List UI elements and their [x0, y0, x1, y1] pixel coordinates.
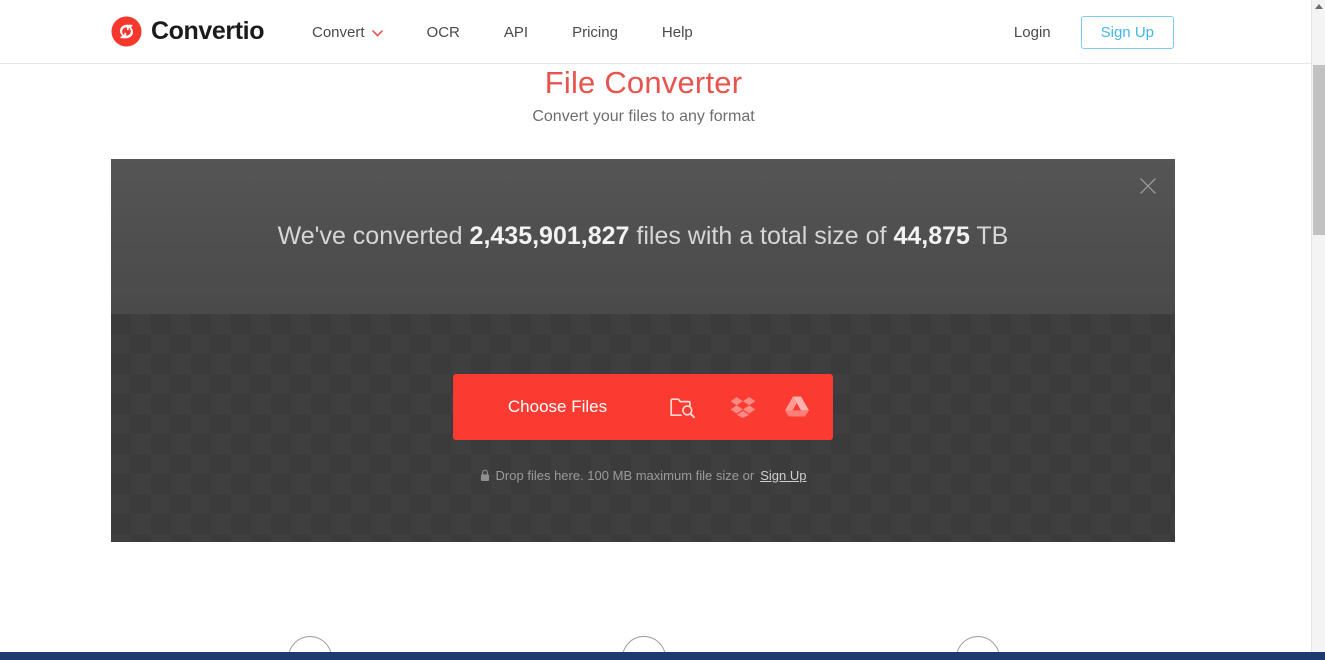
nav-item-help[interactable]: Help: [640, 0, 715, 64]
site-logo[interactable]: Convertio: [111, 16, 264, 47]
choose-files-button[interactable]: Choose Files: [453, 397, 653, 417]
my-computer-icon[interactable]: [653, 374, 713, 440]
close-icon: [1140, 178, 1156, 194]
main-nav: Convert OCR API Pricing Help: [312, 0, 715, 64]
header-actions: Login Sign Up: [1014, 0, 1174, 64]
nav-label-ocr: OCR: [426, 23, 460, 41]
nav-label-help: Help: [661, 23, 693, 41]
lock-icon: [480, 469, 490, 482]
browser-viewport: Convertio Convert OCR API Pricing Help L…: [0, 0, 1325, 660]
nav-item-api[interactable]: API: [482, 0, 550, 64]
nav-label-pricing: Pricing: [572, 23, 618, 41]
site-header: Convertio Convert OCR API Pricing Help L…: [0, 0, 1311, 64]
nav-label-convert: Convert: [312, 23, 365, 41]
uploader-widget: We've converted 2,435,901,827 files with…: [111, 159, 1175, 542]
stats-files-count: 2,435,901,827: [469, 222, 630, 250]
google-drive-icon[interactable]: [773, 374, 833, 440]
stats-total-size: 44,875: [893, 222, 970, 250]
page-subtitle: Convert your files to any format: [532, 108, 755, 125]
stats-middle: files with a total size of: [629, 222, 894, 250]
nav-item-convert[interactable]: Convert: [312, 0, 405, 64]
drop-hint: Drop files here. 100 MB maximum file siz…: [480, 467, 806, 483]
login-link[interactable]: Login: [1014, 24, 1051, 41]
logo-text: Convertio: [151, 17, 265, 45]
bottom-bar: [0, 652, 1325, 660]
scroll-up-arrow-icon[interactable]: [1315, 4, 1323, 9]
choose-files-bar: Choose Files: [452, 373, 834, 440]
drop-hint-signup-link[interactable]: Sign Up: [760, 468, 806, 483]
stats-suffix: TB: [969, 222, 1009, 250]
stats-banner: We've converted 2,435,901,827 files with…: [111, 159, 1175, 314]
drop-hint-text: Drop files here. 100 MB maximum file siz…: [495, 467, 755, 483]
vertical-scrollbar[interactable]: [1311, 0, 1325, 652]
nav-label-api: API: [503, 23, 529, 41]
stats-prefix: We've converted: [277, 222, 470, 250]
signup-button[interactable]: Sign Up: [1080, 15, 1174, 49]
chevron-down-icon: [371, 24, 383, 41]
dropbox-icon[interactable]: [713, 374, 773, 440]
nav-item-pricing[interactable]: Pricing: [550, 0, 640, 64]
stats-text: We've converted 2,435,901,827 files with…: [278, 222, 1009, 251]
page-title: File Converter: [544, 65, 743, 100]
nav-item-ocr[interactable]: OCR: [405, 0, 482, 64]
file-dropzone[interactable]: Choose Files Drop files here. 100 MB max…: [111, 314, 1175, 542]
convertio-logo-icon: [111, 16, 142, 47]
close-banner-button[interactable]: [1135, 173, 1161, 199]
vertical-scrollbar-thumb[interactable]: [1313, 65, 1325, 235]
